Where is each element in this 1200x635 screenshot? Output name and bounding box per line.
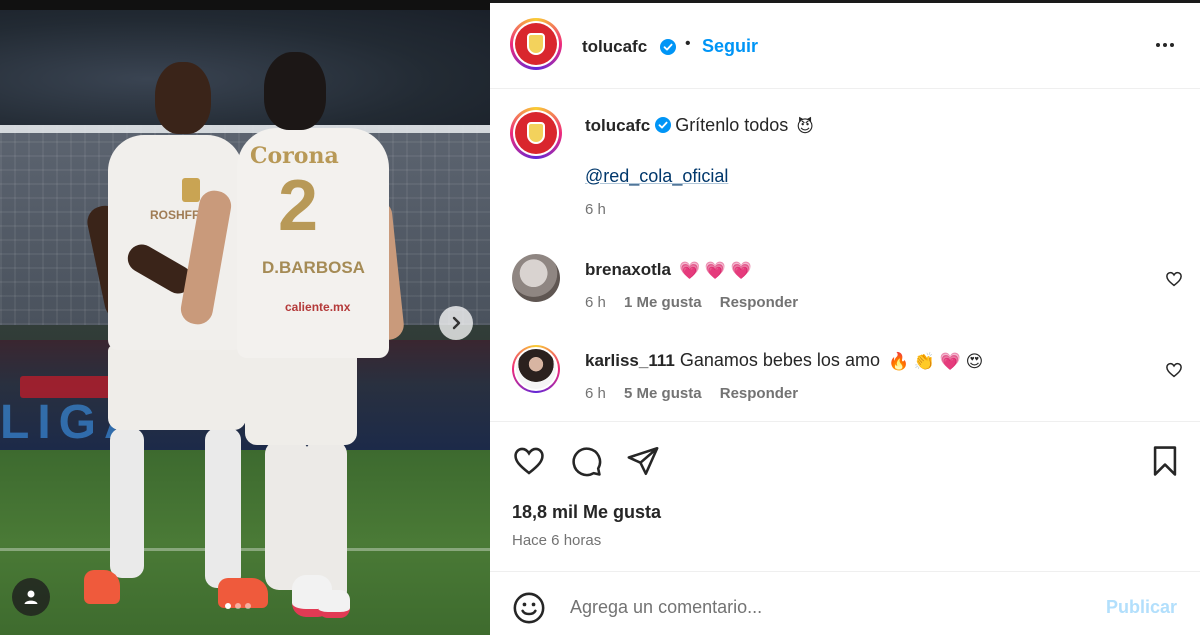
user-tag-icon — [24, 590, 38, 604]
comment-item: karliss_111 Ganamos bebes los amo 🔥 👏 💗 … — [490, 345, 1200, 425]
comment-like-heart-icon[interactable] — [1165, 361, 1183, 379]
player1-crest — [182, 178, 200, 202]
verified-badge-icon — [660, 39, 676, 55]
player1-right-leg — [205, 428, 241, 588]
caption-username[interactable]: tolucafc — [585, 116, 650, 135]
comment-item: brenaxotla 💗 💗 💗 6 h 1 Me gusta Responde… — [490, 254, 1200, 334]
carousel-indicator — [225, 603, 251, 609]
more-options-icon — [1156, 43, 1160, 47]
caption-timestamp: 6 h — [585, 201, 606, 218]
club-crest-icon — [515, 112, 557, 154]
comment-username[interactable]: karliss_111 — [585, 351, 675, 370]
comment-input[interactable] — [570, 586, 1090, 628]
stadium-crowd — [0, 10, 490, 125]
emoji-smile-icon[interactable] — [512, 591, 546, 625]
comment-timestamp: 6 h — [585, 385, 606, 402]
jersey-sponsor: caliente.mx — [285, 300, 351, 314]
player2-head — [264, 52, 326, 130]
comment-meta: 6 h 1 Me gusta Responder — [585, 294, 812, 311]
comment-bubble-icon[interactable] — [569, 444, 603, 478]
comment-like-heart-icon[interactable] — [1165, 270, 1183, 288]
user-tags-button[interactable] — [12, 578, 50, 616]
player2-shorts — [245, 350, 357, 445]
pitch-line — [0, 548, 490, 551]
comment-likes[interactable]: 5 Me gusta — [624, 385, 702, 402]
post-actions: 18,8 mil Me gusta Hace 6 horas — [490, 421, 1200, 571]
caption-line: tolucafc Grítenlo todos 😈 — [585, 115, 814, 137]
comment-timestamp: 6 h — [585, 294, 606, 311]
comment-emojis: 🔥 👏 💗 😍 — [887, 352, 984, 371]
publish-button[interactable]: Publicar — [1106, 597, 1177, 618]
club-crest-icon — [515, 23, 557, 65]
player2-left-leg — [265, 440, 309, 590]
player1-left-leg — [110, 428, 144, 578]
carousel-dot — [225, 603, 231, 609]
carousel-dot — [235, 603, 241, 609]
player1-chest-sponsor: ROSHFR — [150, 208, 201, 222]
caption-text: Grítenlo todos — [675, 115, 789, 135]
paper-plane-icon[interactable] — [626, 444, 660, 478]
chevron-right-icon — [452, 316, 461, 330]
verified-badge-icon — [655, 117, 672, 133]
header-separator: • — [685, 35, 691, 52]
reply-button[interactable]: Responder — [720, 385, 798, 402]
post-header: tolucafc • Seguir — [490, 3, 1200, 89]
player2-right-boot — [318, 590, 350, 618]
comment-composer: Publicar — [490, 571, 1200, 635]
comment-line: karliss_111 Ganamos bebes los amo 🔥 👏 💗 … — [585, 350, 983, 372]
caption-mention-link[interactable]: @red_cola_oficial — [585, 166, 728, 187]
comment-username[interactable]: brenaxotla — [585, 260, 671, 279]
post-age: Hace 6 horas — [512, 532, 602, 549]
bookmark-icon[interactable] — [1148, 444, 1182, 478]
commenter-avatar[interactable] — [512, 254, 560, 302]
next-slide-button[interactable] — [439, 306, 473, 340]
post-side-panel: tolucafc • Seguir tolucafc Grítenlo todos… — [490, 0, 1200, 635]
player1-shorts — [108, 345, 246, 430]
comment-text: Ganamos bebes los amo — [679, 350, 880, 370]
caption-emoji: 😈 — [796, 117, 814, 136]
comment-likes[interactable]: 1 Me gusta — [624, 294, 702, 311]
follow-button[interactable]: Seguir — [702, 36, 758, 57]
header-username[interactable]: tolucafc — [582, 37, 647, 57]
media-top-strip — [0, 0, 490, 10]
comment-meta: 6 h 5 Me gusta Responder — [585, 385, 812, 402]
comment-emojis: 💗 💗 💗 — [679, 261, 752, 280]
commenter-avatar[interactable] — [512, 345, 560, 393]
carousel-dot — [245, 603, 251, 609]
reply-button[interactable]: Responder — [720, 294, 798, 311]
comment-line: brenaxotla 💗 💗 💗 — [585, 259, 752, 281]
goal-crossbar — [0, 125, 490, 133]
jersey-name: D.BARBOSA — [262, 258, 365, 277]
player1-head — [155, 62, 211, 134]
player1-left-boot — [84, 570, 120, 604]
jersey-number: 2 — [278, 166, 319, 246]
like-count[interactable]: 18,8 mil Me gusta — [512, 502, 661, 523]
author-avatar[interactable] — [510, 18, 562, 70]
heart-icon[interactable] — [512, 444, 546, 478]
more-options-button[interactable] — [1150, 33, 1180, 57]
caption-avatar[interactable] — [510, 107, 562, 159]
post-image[interactable]: LIGA ROSHFR Corona 2 D.BARBOSA caliente.… — [0, 0, 490, 635]
